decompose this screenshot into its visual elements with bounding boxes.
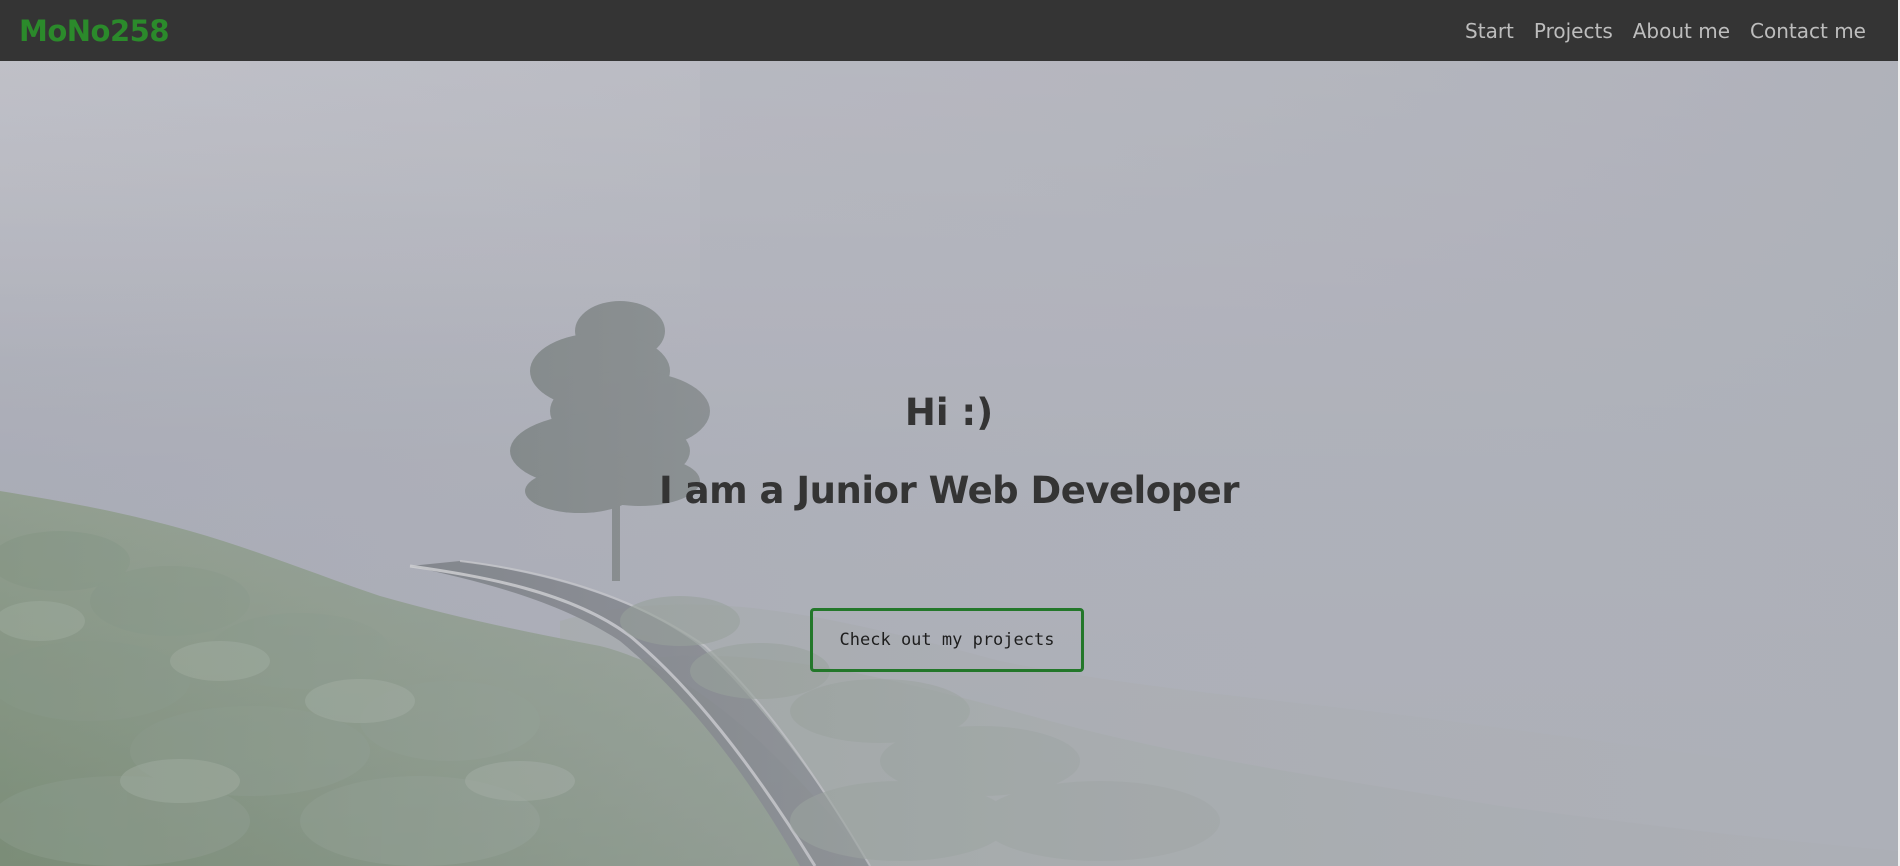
- hero-content: Hi :) I am a Junior Web Developer Check …: [0, 61, 1898, 866]
- nav-link-projects[interactable]: Projects: [1534, 19, 1613, 43]
- nav-link-about-me[interactable]: About me: [1633, 19, 1730, 43]
- page: MoNo258 Start Projects About me Contact …: [0, 0, 1900, 866]
- nav-link-contact-me[interactable]: Contact me: [1750, 19, 1866, 43]
- hero-section: Hi :) I am a Junior Web Developer Check …: [0, 61, 1898, 866]
- hero-title: I am a Junior Web Developer: [659, 469, 1239, 512]
- navbar: MoNo258 Start Projects About me Contact …: [0, 0, 1898, 61]
- nav-links: Start Projects About me Contact me: [1465, 19, 1866, 43]
- hero-greeting: Hi :): [904, 391, 994, 434]
- nav-link-start[interactable]: Start: [1465, 19, 1514, 43]
- check-out-projects-button[interactable]: Check out my projects: [810, 608, 1084, 672]
- brand-logo[interactable]: MoNo258: [19, 14, 170, 48]
